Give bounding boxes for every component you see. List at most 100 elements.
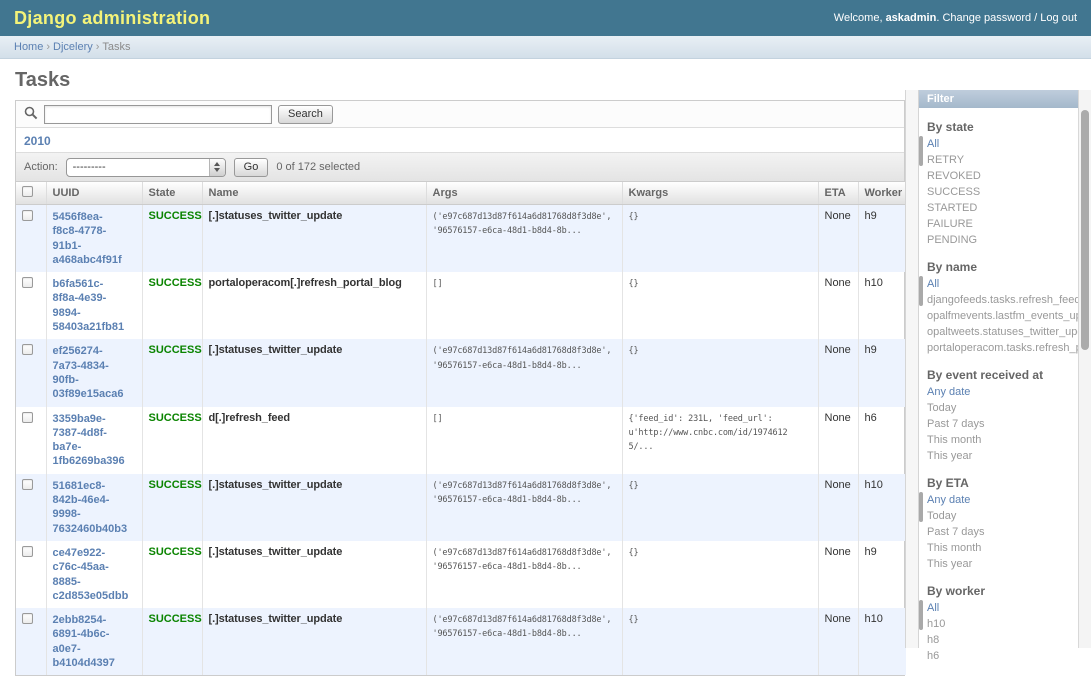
task-args: ('e97c687d13d87f614a6d81768d8f3d8e', '96… [433,212,612,236]
select-all-checkbox[interactable] [22,186,33,197]
filter-option-link[interactable]: opalfmevents.lastfm_events_update [927,310,1078,322]
table-row: 3359ba9e- 7387-4d8f- ba7e- 1fb6269ba396 … [16,407,906,474]
filter-option-link[interactable]: djangofeeds.tasks.refresh_feed [927,294,1078,306]
state-badge: SUCCESS [149,546,202,558]
column-header-name[interactable]: Name [202,182,426,205]
task-args: [] [433,414,443,424]
select-all-cell [16,182,46,205]
task-eta: None [818,339,858,406]
row-checkbox[interactable] [22,277,33,288]
column-header-args[interactable]: Args [426,182,622,205]
column-header-kwargs[interactable]: Kwargs [622,182,818,205]
table-row: 2ebb8254- 6891-4b6c- a0e7- b4104d4397 SU… [16,608,906,675]
filter-option-link[interactable]: Any date [927,386,970,398]
go-button[interactable]: Go [234,158,269,177]
welcome-text: Welcome, [834,12,883,24]
row-checkbox[interactable] [22,412,33,423]
uuid-link[interactable]: 51681ec8- 842b-46e4- 9998- 7632460b40b3 [53,479,136,536]
uuid-link[interactable]: 3359ba9e- 7387-4d8f- ba7e- 1fb6269ba396 [53,412,136,469]
search-button[interactable]: Search [278,105,333,124]
filter-option-link[interactable]: h10 [927,618,945,630]
filter-list-scrollbar-thumb[interactable] [919,492,923,522]
filter-option-link[interactable]: Past 7 days [927,526,984,538]
filter-list-scrollbar-thumb[interactable] [919,136,923,166]
task-name: [.]statuses_twitter_update [209,546,343,558]
filter-section-by-name: By name All djangofeeds.tasks.refresh_fe… [919,260,1078,356]
filter-option-link[interactable]: Today [927,510,956,522]
filter-heading: By ETA [927,476,1070,490]
filter-option-link[interactable]: SUCCESS [927,186,980,198]
filter-option-link[interactable]: REVOKED [927,170,981,182]
filter-title: Filter [919,90,1078,108]
filter-option-link[interactable]: opaltweets.statuses_twitter_update [927,326,1078,338]
user-links-separator: / [1034,12,1037,24]
task-worker: h10 [858,608,906,675]
task-eta: None [818,205,858,273]
task-name: d[.]refresh_feed [209,412,291,424]
filter-option-link[interactable]: Any date [927,494,970,506]
filter-option-link[interactable]: Today [927,402,956,414]
date-hierarchy: 2010 [16,128,904,153]
column-header-worker[interactable]: Worker [858,182,906,205]
filter-option-link[interactable]: h8 [927,634,939,646]
search-icon [24,106,38,123]
task-name: [.]statuses_twitter_update [209,210,343,222]
table-row: 5456f8ea- f8c8-4778- 91b1- a468abc4f91f … [16,205,906,273]
task-kwargs: {} [629,548,639,558]
action-select-value: --------- [67,159,209,176]
task-kwargs: {} [629,279,639,289]
uuid-link[interactable]: ef256274- 7a73-4834- 90fb- 03f89e15aca6 [53,344,136,401]
uuid-link[interactable]: 2ebb8254- 6891-4b6c- a0e7- b4104d4397 [53,613,136,670]
uuid-link[interactable]: b6fa561c- 8f8a-4e39- 9894- 58403a21fb81 [53,277,136,334]
task-kwargs: {} [629,481,639,491]
filter-option-link[interactable]: portaloperacom.tasks.refresh_portal_blog [927,342,1078,354]
date-hierarchy-year-link[interactable]: 2010 [24,134,51,148]
row-checkbox[interactable] [22,546,33,557]
filter-option-link[interactable]: All [927,278,939,290]
uuid-link[interactable]: ce47e922- c76c-45aa- 8885- c2d853e05dbb [53,546,136,603]
logout-link[interactable]: Log out [1040,12,1077,24]
search-input[interactable] [44,105,272,124]
table-row: ef256274- 7a73-4834- 90fb- 03f89e15aca6 … [16,339,906,406]
filter-option-link[interactable]: This year [927,450,972,462]
filter-option-link[interactable]: All [927,602,939,614]
filter-option-link[interactable]: Past 7 days [927,418,984,430]
column-header-eta[interactable]: ETA [818,182,858,205]
page-scrollbar-thumb[interactable] [1081,110,1089,350]
state-badge: SUCCESS [149,479,202,491]
changelist-module: Search 2010 Action: --------- Go 0 of 17… [15,100,905,676]
row-checkbox[interactable] [22,479,33,490]
change-password-link[interactable]: Change password [942,12,1031,24]
filter-option-link[interactable]: This month [927,542,981,554]
task-args: [] [433,279,443,289]
task-eta: None [818,608,858,675]
filter-list-scrollbar-thumb[interactable] [919,276,923,306]
state-badge: SUCCESS [149,412,202,424]
uuid-link[interactable]: 5456f8ea- f8c8-4778- 91b1- a468abc4f91f [53,210,136,267]
action-select[interactable]: --------- [66,158,226,177]
task-worker: h10 [858,272,906,339]
filter-option-link[interactable]: RETRY [927,154,964,166]
task-args: ('e97c687d13d87f614a6d81768d8f3d8e', '96… [433,615,612,639]
filter-heading: By name [927,260,1070,274]
breadcrumb-home[interactable]: Home [14,41,43,53]
column-header-state[interactable]: State [142,182,202,205]
filter-option-link[interactable]: PENDING [927,234,977,246]
filter-option-link[interactable]: This month [927,434,981,446]
user-tools: Welcome, askadmin. Change password / Log… [834,12,1077,24]
breadcrumb-djcelery[interactable]: Djcelery [53,41,93,53]
column-header-uuid[interactable]: UUID [46,182,142,205]
filter-option-link[interactable]: h6 [927,650,939,662]
filter-option-link[interactable]: This year [927,558,972,570]
filter-option-link[interactable]: STARTED [927,202,977,214]
select-stepper-icon [209,159,225,176]
content-scrollbar[interactable] [905,90,919,648]
filter-list-scrollbar-thumb[interactable] [919,600,923,630]
filter-option-link[interactable]: All [927,138,939,150]
row-checkbox[interactable] [22,344,33,355]
page-scrollbar[interactable] [1078,90,1091,648]
filter-option-link[interactable]: FAILURE [927,218,973,230]
row-checkbox[interactable] [22,210,33,221]
row-checkbox[interactable] [22,613,33,624]
task-name: portaloperacom[.]refresh_portal_blog [209,277,402,289]
